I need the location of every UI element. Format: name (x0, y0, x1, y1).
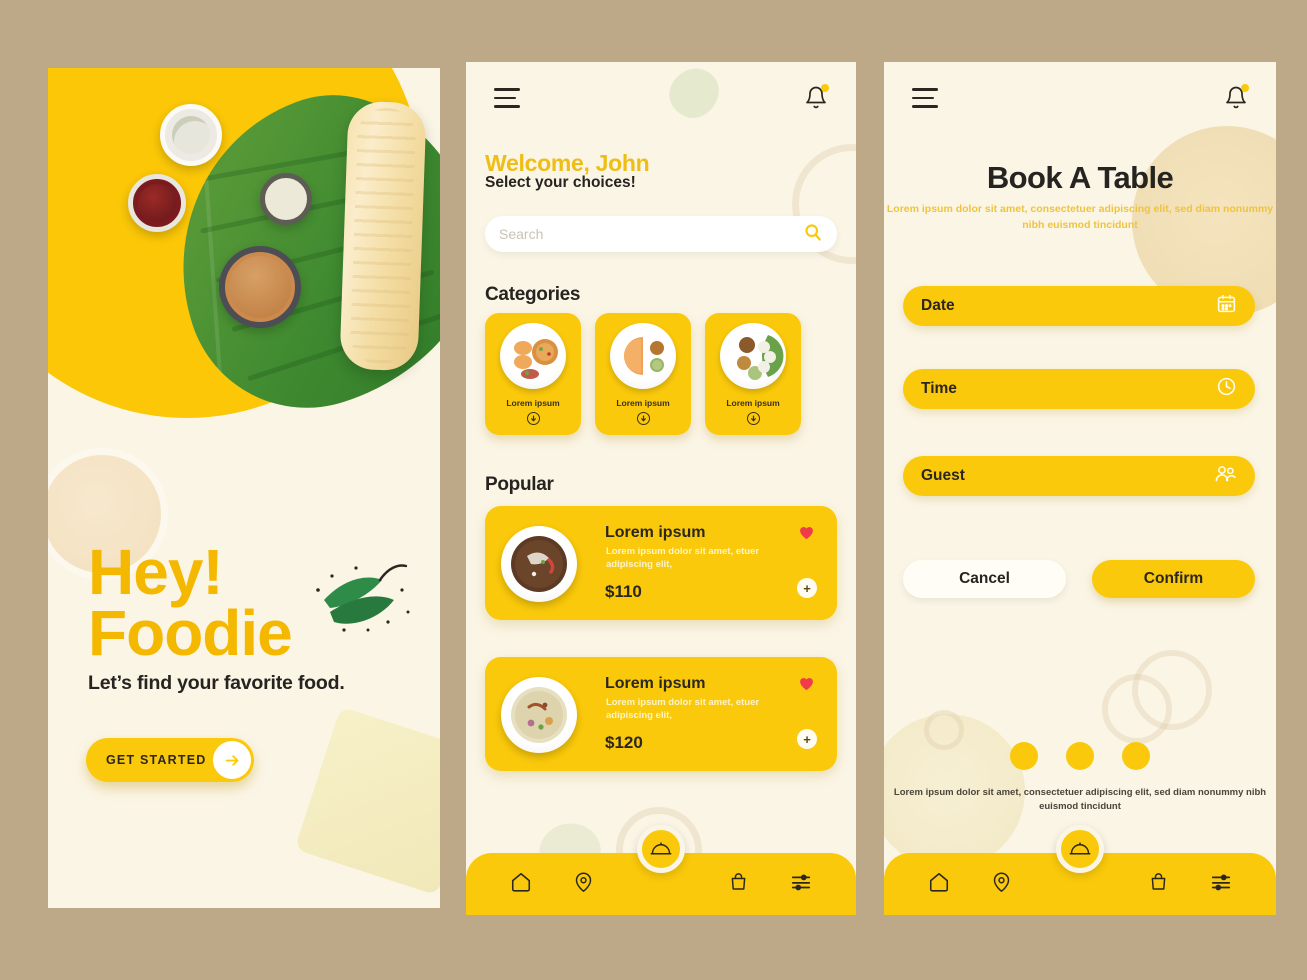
app-screens-stage: Hey! Foodie Let’s find your favorite foo… (0, 0, 1307, 980)
category-card[interactable]: Lorem ipsum (595, 313, 691, 435)
hero-subtitle: Let’s find your favorite food. (88, 672, 345, 694)
pagination-dot[interactable] (1066, 742, 1094, 770)
location-pin-icon[interactable] (991, 871, 1012, 898)
popular-item-price: $120 (605, 733, 643, 752)
categories-row: Lorem ipsum Lorem ipsum Lorem ipsum (485, 313, 837, 435)
pagination-dot[interactable] (1122, 742, 1150, 770)
notification-bell-icon[interactable] (1224, 84, 1249, 111)
category-image (610, 323, 676, 389)
screen-book-a-table: Book A Table Lorem ipsum dolor sit amet,… (884, 62, 1276, 915)
dosa-illustration (339, 100, 427, 372)
filter-sliders-icon[interactable] (1210, 871, 1232, 898)
location-pin-icon[interactable] (573, 871, 594, 898)
popular-item-card[interactable]: Lorem ipsum Lorem ipsum dolor sit amet, … (485, 657, 837, 771)
date-field[interactable]: Date (903, 286, 1255, 326)
heart-icon[interactable] (798, 524, 815, 545)
guest-label: Guest (921, 467, 965, 484)
calendar-icon[interactable] (1216, 293, 1237, 319)
category-label: Lorem ipsum (616, 398, 670, 408)
food-cloche-icon[interactable] (1056, 825, 1104, 873)
popular-item-desc: Lorem ipsum dolor sit amet, etuer adipis… (606, 697, 760, 721)
top-bar (466, 62, 856, 134)
top-bar (884, 62, 1276, 134)
action-buttons: Cancel Confirm (903, 560, 1255, 598)
pagination-dots (884, 742, 1276, 770)
arrow-right-icon (213, 741, 251, 779)
hamburger-menu-icon[interactable] (912, 88, 938, 108)
search-bar[interactable] (485, 216, 837, 252)
people-icon[interactable] (1214, 463, 1237, 489)
confirm-button[interactable]: Confirm (1092, 560, 1255, 598)
food-cloche-icon[interactable] (637, 825, 685, 873)
popular-item-price: $110 (605, 582, 642, 601)
popular-item-name: Lorem ipsum (605, 675, 706, 692)
clock-icon[interactable] (1216, 376, 1237, 402)
search-icon[interactable] (803, 222, 823, 247)
get-started-button[interactable]: GET STARTED (86, 738, 254, 782)
footer-text: Lorem ipsum dolor sit amet, consectetuer… (893, 787, 1267, 813)
arrow-down-circle-icon[interactable] (526, 412, 540, 425)
category-image (720, 323, 786, 389)
popular-heading: Popular (485, 474, 554, 495)
chili-pepper-icon (316, 564, 410, 632)
category-label: Lorem ipsum (506, 398, 560, 408)
popular-item-image (501, 526, 577, 602)
shopping-bag-icon[interactable] (728, 871, 749, 898)
notification-badge (821, 84, 829, 92)
ring-decoration (1102, 674, 1172, 744)
search-input[interactable] (499, 226, 803, 242)
arrow-down-circle-icon[interactable] (636, 412, 650, 425)
hamburger-menu-icon[interactable] (494, 88, 520, 108)
page-title: Book A Table (986, 160, 1174, 195)
screen-onboarding: Hey! Foodie Let’s find your favorite foo… (48, 68, 440, 908)
heart-icon[interactable] (798, 675, 815, 696)
coconut-chutney-bowl-icon (160, 104, 222, 166)
hero-title-line2: Foodie (88, 596, 293, 669)
guest-field[interactable]: Guest (903, 456, 1255, 496)
hero-title-line1: Hey! (88, 536, 224, 608)
small-chutney-bowl-icon (260, 173, 312, 225)
popular-item-image (501, 677, 577, 753)
notification-bell-icon[interactable] (804, 84, 829, 111)
page-title: Hey! Foodie (88, 536, 293, 669)
notification-badge (1241, 84, 1249, 92)
get-started-label: GET STARTED (106, 753, 207, 767)
cancel-button[interactable]: Cancel (903, 560, 1066, 598)
popular-item-name: Lorem ipsum (605, 524, 706, 541)
arrow-down-circle-icon[interactable] (746, 412, 760, 425)
category-label: Lorem ipsum (726, 398, 780, 408)
shopping-bag-icon[interactable] (1148, 871, 1169, 898)
snack-decoration (294, 706, 440, 896)
welcome-subtitle: Select your choices! (485, 174, 636, 191)
home-icon[interactable] (510, 871, 532, 898)
category-card[interactable]: Lorem ipsum (705, 313, 801, 435)
tomato-chutney-bowl-icon (128, 174, 186, 232)
pagination-dot[interactable] (1010, 742, 1038, 770)
popular-item-card[interactable]: Lorem ipsum Lorem ipsum dolor sit amet, … (485, 506, 837, 620)
sambar-bowl-icon (219, 246, 301, 328)
filter-sliders-icon[interactable] (790, 871, 812, 898)
welcome-heading: Welcome, John (485, 150, 650, 176)
date-label: Date (921, 297, 955, 314)
time-field[interactable]: Time (903, 369, 1255, 409)
add-to-cart-button[interactable]: + (797, 578, 817, 598)
screen-home: Welcome, John Select your choices! Categ… (466, 62, 856, 915)
category-image (500, 323, 566, 389)
categories-heading: Categories (485, 284, 581, 305)
category-card[interactable]: Lorem ipsum (485, 313, 581, 435)
add-to-cart-button[interactable]: + (797, 729, 817, 749)
home-icon[interactable] (928, 871, 950, 898)
page-subtitle: Lorem ipsum dolor sit amet, consectetuer… (886, 203, 1274, 231)
time-label: Time (921, 380, 957, 397)
popular-item-desc: Lorem ipsum dolor sit amet, etuer adipis… (606, 546, 760, 570)
